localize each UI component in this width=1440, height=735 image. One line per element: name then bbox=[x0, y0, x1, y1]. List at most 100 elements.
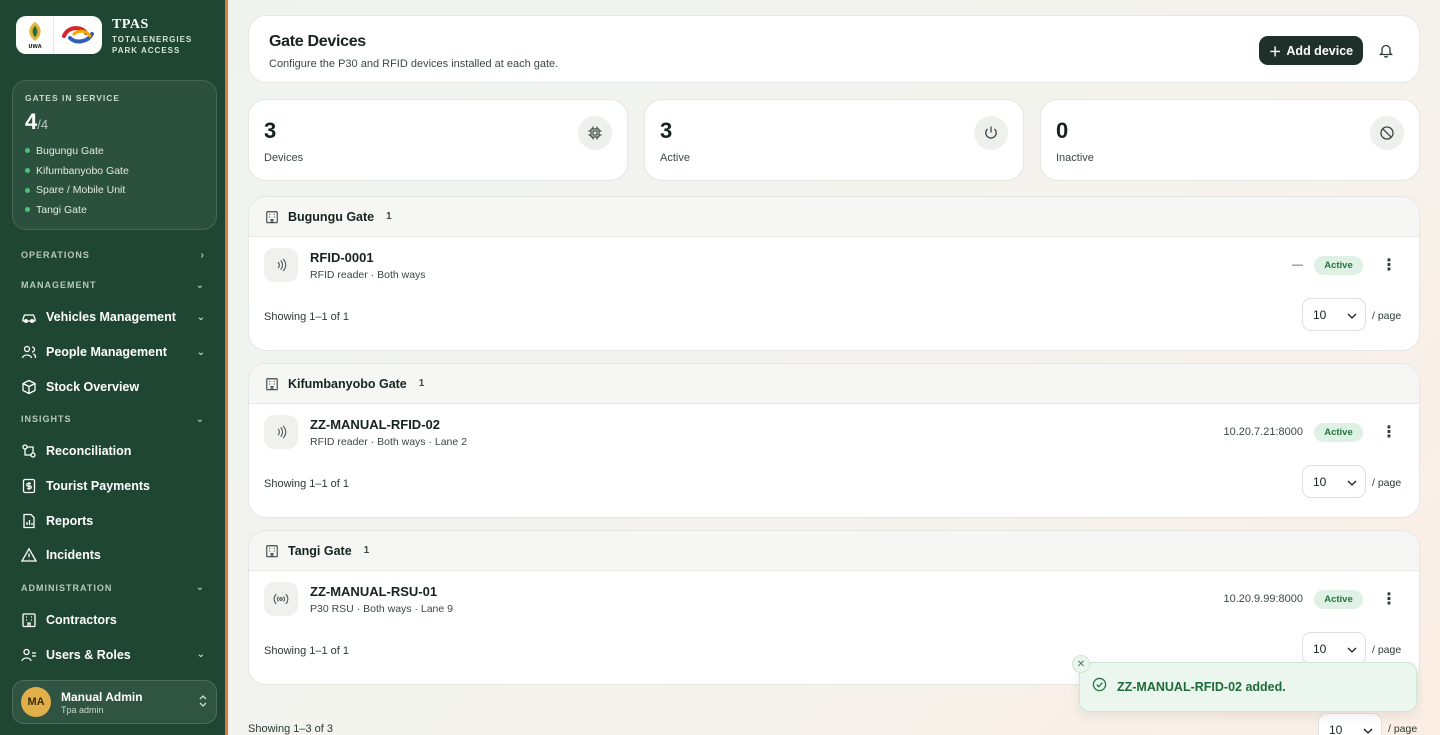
section-label: ADMINISTRATION bbox=[21, 582, 113, 593]
gates-count: 4 /4 bbox=[25, 109, 204, 135]
user-role: Tpa admin bbox=[61, 704, 104, 715]
sidebar-item-reconciliation[interactable]: Reconciliation bbox=[0, 434, 225, 469]
gate-group-count: 1 bbox=[418, 378, 425, 389]
chevron-down-icon: ⌄ bbox=[196, 311, 205, 323]
chevrons-up-down-icon bbox=[198, 694, 208, 711]
rfid-icon bbox=[264, 248, 298, 282]
device-name: RFID-0001 bbox=[310, 250, 374, 265]
bell-icon[interactable] bbox=[1377, 41, 1395, 59]
nav-section-administration[interactable]: ADMINISTRATION ⌄ bbox=[0, 573, 225, 603]
sidebar-item-label: Reports bbox=[46, 513, 94, 528]
chevron-down-icon bbox=[1347, 475, 1357, 489]
sidebar-item-label: Reconciliation bbox=[46, 444, 132, 459]
gates-in-service-card: GATES IN SERVICE 4 /4 Bugungu Gate Kifum… bbox=[12, 80, 217, 230]
stat-label: Devices bbox=[264, 152, 304, 164]
gate-name: Kifumbanyobo Gate bbox=[36, 164, 129, 177]
user-menu[interactable]: MA Manual Admin Tpa admin bbox=[12, 680, 217, 724]
device-name: ZZ-MANUAL-RFID-02 bbox=[310, 417, 440, 432]
page-title: Gate Devices bbox=[269, 33, 366, 50]
stat-label: Inactive bbox=[1056, 152, 1094, 164]
gate-group-count: 1 bbox=[386, 211, 392, 222]
totalenergies-logo-icon bbox=[54, 16, 102, 54]
sidebar-item-tourist-payments[interactable]: Tourist Payments bbox=[0, 469, 225, 504]
group-pagination: Showing 1–1 of 1 10 / page bbox=[249, 464, 1419, 517]
plus-icon: ＋ bbox=[1268, 45, 1282, 59]
device-name: ZZ-MANUAL-RSU-01 bbox=[310, 584, 438, 599]
section-label: OPERATIONS bbox=[21, 250, 90, 260]
sidebar: UWA TPAS TOTALENERGIES PARK ACCESS GATES… bbox=[0, 0, 228, 735]
group-pagination: Showing 1–1 of 1 10 / page bbox=[249, 297, 1419, 350]
page-size-value: 10 bbox=[1313, 474, 1327, 489]
arrows-exchange-icon bbox=[21, 443, 37, 459]
gates-count-total: /4 bbox=[37, 117, 49, 132]
total-showing-text: Showing 1–3 of 3 bbox=[248, 723, 334, 735]
check-circle-icon bbox=[1092, 677, 1107, 697]
total-page-size-select[interactable]: 10 bbox=[1318, 713, 1382, 735]
sidebar-item-incidents[interactable]: Incidents bbox=[0, 538, 225, 573]
building-icon bbox=[264, 543, 280, 559]
chevron-down-icon: ⌄ bbox=[196, 346, 205, 358]
page-size-select[interactable]: 10 bbox=[1302, 632, 1366, 665]
sidebar-item-contractors[interactable]: Contractors bbox=[0, 603, 225, 638]
gate-group-kifumbanyobo: Kifumbanyobo Gate 1 ZZ-MANUAL-RFID-02 RF… bbox=[248, 363, 1420, 518]
brand-title: TPAS bbox=[112, 17, 149, 32]
per-page-label: / page bbox=[1388, 723, 1418, 735]
more-vertical-icon[interactable]: ⋮ bbox=[1381, 255, 1397, 275]
gate-group-count: 1 bbox=[363, 545, 370, 556]
device-row[interactable]: ZZ-MANUAL-RSU-01 P30 RSU · Both ways · L… bbox=[249, 571, 1419, 631]
close-icon[interactable]: ✕ bbox=[1072, 655, 1090, 673]
add-device-button[interactable]: ＋ Add device bbox=[1259, 36, 1363, 65]
nav-section-insights[interactable]: INSIGHTS ⌄ bbox=[0, 404, 225, 434]
brand-logos[interactable]: UWA bbox=[16, 16, 102, 54]
rfid-icon bbox=[264, 415, 298, 449]
device-row[interactable]: ZZ-MANUAL-RFID-02 RFID reader · Both way… bbox=[249, 404, 1419, 464]
toast-message: ZZ-MANUAL-RFID-02 added. bbox=[1117, 680, 1286, 694]
device-row[interactable]: RFID-0001 RFID reader · Both ways — Acti… bbox=[249, 237, 1419, 297]
page-size-select[interactable]: 10 bbox=[1302, 298, 1366, 331]
sidebar-item-stock[interactable]: Stock Overview bbox=[0, 369, 225, 404]
nav-section-management[interactable]: MANAGEMENT ⌄ bbox=[0, 270, 225, 300]
add-device-label: Add device bbox=[1286, 43, 1354, 58]
gate-name: Spare / Mobile Unit bbox=[36, 184, 126, 197]
chevron-down-icon: ⌄ bbox=[195, 413, 205, 425]
more-vertical-icon[interactable]: ⋮ bbox=[1381, 589, 1397, 609]
brand-text: TPAS TOTALENERGIES PARK ACCESS bbox=[112, 17, 192, 56]
building-icon bbox=[21, 612, 37, 628]
page-subtitle: Configure the P30 and RFID devices insta… bbox=[269, 58, 559, 70]
page-size-value: 10 bbox=[1313, 307, 1327, 322]
avatar: MA bbox=[21, 687, 51, 717]
more-vertical-icon[interactable]: ⋮ bbox=[1381, 422, 1397, 442]
stat-card-active: 3 Active bbox=[644, 99, 1024, 181]
page-size-select[interactable]: 10 bbox=[1302, 465, 1366, 498]
user-name: Manual Admin bbox=[61, 689, 143, 704]
status-dot-icon bbox=[25, 187, 30, 193]
device-address: 10.20.7.21:8000 bbox=[1223, 426, 1303, 438]
people-icon bbox=[21, 344, 37, 360]
gate-group-name: Bugungu Gate bbox=[288, 209, 375, 224]
gates-caption: GATES IN SERVICE bbox=[25, 93, 121, 103]
receipt-icon bbox=[21, 478, 37, 494]
sidebar-item-vehicles[interactable]: Vehicles Management ⌄ bbox=[0, 300, 225, 335]
nav-section-operations[interactable]: OPERATIONS › bbox=[0, 240, 225, 270]
stat-value: 3 bbox=[264, 118, 277, 143]
sidebar-item-label: Tourist Payments bbox=[46, 479, 150, 494]
broadcast-icon bbox=[264, 582, 298, 616]
sidebar-item-people[interactable]: People Management ⌄ bbox=[0, 335, 225, 370]
sidebar-item-label: Users & Roles bbox=[46, 647, 131, 662]
chevron-down-icon bbox=[1347, 642, 1357, 656]
stat-value: 0 bbox=[1056, 118, 1069, 143]
sidebar-item-label: People Management bbox=[46, 345, 167, 360]
showing-text: Showing 1–1 of 1 bbox=[264, 311, 350, 323]
gate-list-item: Tangi Gate bbox=[25, 200, 204, 220]
car-icon bbox=[21, 309, 37, 325]
page-size-value: 10 bbox=[1313, 641, 1327, 656]
gate-group-name: Kifumbanyobo Gate bbox=[288, 376, 407, 391]
per-page-label: / page bbox=[1372, 644, 1402, 656]
sidebar-nav: OPERATIONS › MANAGEMENT ⌄ Vehicles Managem… bbox=[0, 240, 225, 672]
sidebar-item-reports[interactable]: Reports bbox=[0, 503, 225, 538]
stat-value: 3 bbox=[660, 118, 673, 143]
svg-text:UWA: UWA bbox=[28, 44, 41, 50]
sidebar-item-label: Contractors bbox=[46, 613, 117, 628]
sidebar-item-users-roles[interactable]: Users & Roles ⌄ bbox=[0, 638, 225, 673]
stat-card-inactive: 0 Inactive bbox=[1040, 99, 1420, 181]
